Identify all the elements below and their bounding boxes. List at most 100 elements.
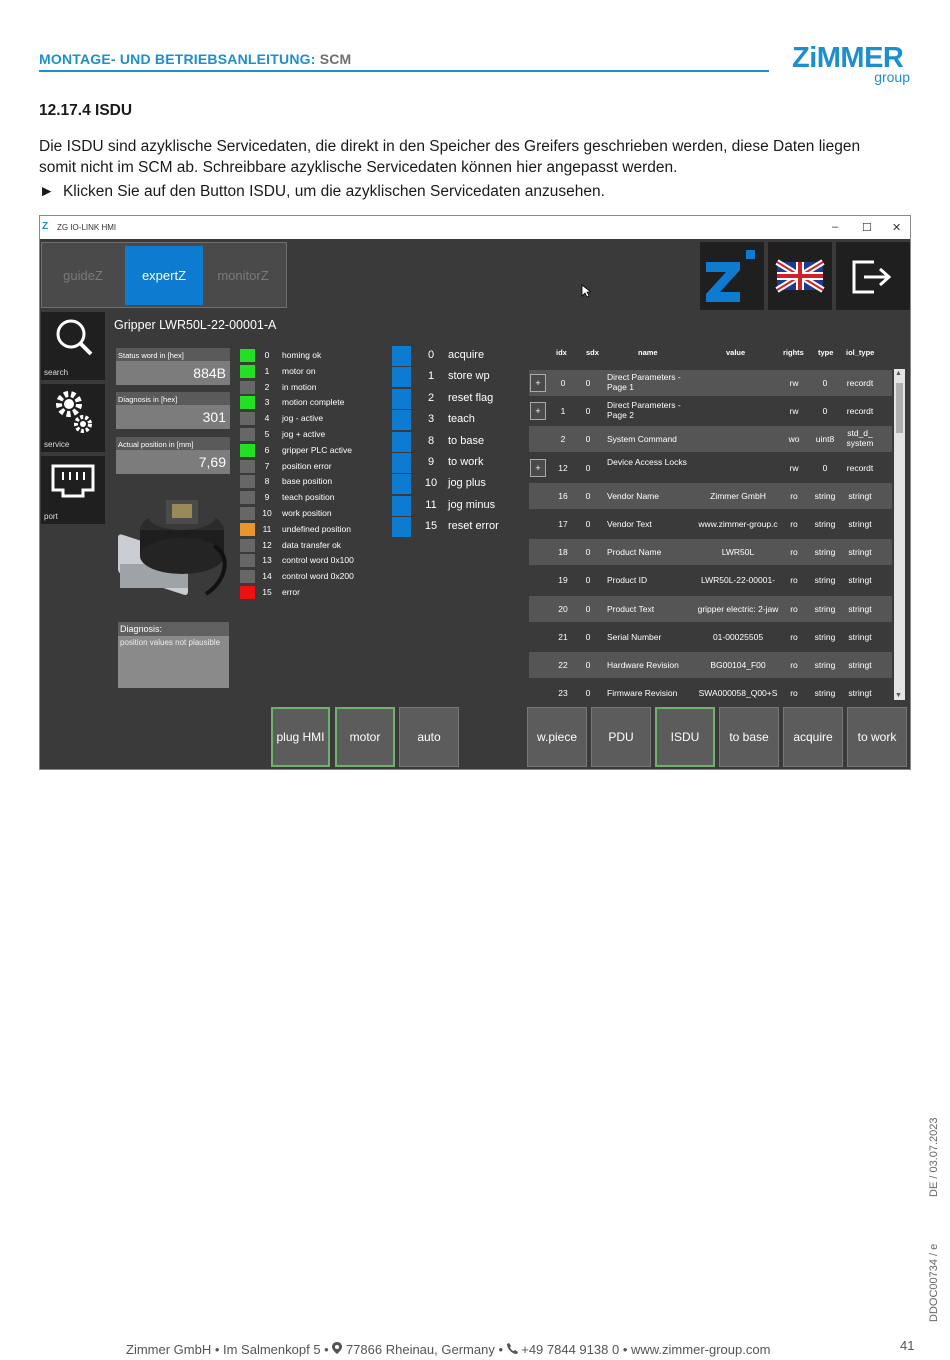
zimmer-home-button[interactable] <box>700 242 764 310</box>
to-work-button[interactable]: to work <box>847 707 907 767</box>
command-trigger-button[interactable] <box>392 346 411 366</box>
status-bit-name: motor on <box>282 365 316 376</box>
expand-row-button[interactable]: + <box>530 458 546 477</box>
isdu-table-row[interactable]: 18 0 Product Name LWR50L ro string stringt <box>529 539 892 566</box>
isdu-idx: 18 <box>558 547 568 558</box>
window-title: ZG IO-LINK HMI <box>57 223 117 232</box>
isdu-button[interactable]: ISDU <box>655 707 715 767</box>
exit-button[interactable] <box>836 242 910 310</box>
maximize-button[interactable]: ☐ <box>862 221 872 234</box>
command-row[interactable]: 11 jog minus <box>392 495 522 516</box>
w-piece-button[interactable]: w.piece <box>527 707 587 767</box>
command-trigger-button[interactable] <box>392 410 411 431</box>
isdu-rights: ro <box>790 603 798 614</box>
isdu-iol-type: stringt <box>848 575 872 586</box>
auto-button[interactable]: auto <box>399 707 459 767</box>
side-service-button[interactable]: service <box>41 384 105 452</box>
isdu-value: gripper electric: 2-jaw <box>697 603 779 614</box>
command-number: 2 <box>427 391 435 404</box>
isdu-header-sdx: sdx <box>586 348 599 357</box>
side-port-button[interactable]: port <box>41 456 105 524</box>
command-trigger-button[interactable] <box>392 388 411 409</box>
isdu-table-row[interactable]: 17 0 Vendor Text www.zimmer-group.c ro string… <box>529 511 892 537</box>
status-bit-name: control word 0x200 <box>282 571 354 582</box>
command-row[interactable]: 0 acquire <box>392 346 522 366</box>
status-bit-name: undefined position <box>282 523 352 534</box>
status-bit-row: 15 error <box>240 585 380 599</box>
language-button[interactable] <box>768 242 832 310</box>
command-row[interactable]: 1 store wp <box>392 367 522 388</box>
side-search-button[interactable]: search <box>41 312 105 380</box>
isdu-sdx: 0 <box>585 406 591 417</box>
pdu-button[interactable]: PDU <box>591 707 651 767</box>
status-bit-number: 12 <box>262 539 272 550</box>
status-bit-number: 11 <box>262 523 272 534</box>
isdu-table-row[interactable]: 20 0 Product Text gripper electric: 2-jaw ro… <box>529 595 892 622</box>
isdu-table-row[interactable]: 21 0 Serial Number 01-00025505 ro string strin… <box>529 624 892 650</box>
isdu-table-row[interactable]: 23 0 Firmware Revision SWA000058_Q00+S ro str… <box>529 680 892 706</box>
gripper-product-image <box>118 500 227 596</box>
status-bit-name: gripper PLC active <box>282 444 352 455</box>
isdu-sdx: 0 <box>585 603 591 614</box>
isdu-type: string <box>814 631 836 642</box>
command-name: jog plus <box>448 477 486 490</box>
isdu-table-row[interactable]: +0 0 Direct Parameters - Page 1 rw 0 recordt <box>529 370 892 396</box>
motor-button[interactable]: motor <box>335 707 395 767</box>
expand-row-button[interactable]: + <box>530 374 546 392</box>
tab-expertz[interactable]: expertZ <box>125 246 203 305</box>
status-bit-number: 13 <box>262 555 272 566</box>
command-trigger-button[interactable] <box>392 517 411 538</box>
isdu-table-row[interactable]: 2 0 System Command wo uint8 std_d_ system <box>529 426 892 453</box>
intro-paragraph: Die ISDU sind azyklische Servicedaten, d… <box>39 138 861 176</box>
scroll-thumb[interactable] <box>896 383 903 433</box>
command-row[interactable]: 3 teach <box>392 410 522 431</box>
command-trigger-button[interactable] <box>392 474 411 495</box>
isdu-sdx: 0 <box>585 378 591 388</box>
tab-monitorz[interactable]: monitorZ <box>204 246 282 305</box>
command-row[interactable]: 2 reset flag <box>392 388 522 409</box>
isdu-iol-type: recordt <box>846 462 874 473</box>
command-trigger-button[interactable] <box>392 495 411 516</box>
isdu-table-row[interactable]: +12 0 Device Access Locks rw 0 recordt <box>529 455 892 481</box>
isdu-table-row[interactable]: +1 0 Direct Parameters - Page 2 rw 0 recordt <box>529 398 892 424</box>
isdu-scrollbar[interactable]: ▲ ▼ <box>894 369 905 700</box>
plug-hmi-button[interactable]: plug HMI <box>271 707 330 767</box>
command-row[interactable]: 15 reset error <box>392 517 522 538</box>
command-number: 0 <box>427 349 435 361</box>
acquire-button[interactable]: acquire <box>783 707 843 767</box>
isdu-table-row[interactable]: 16 0 Vendor Name Zimmer GmbH ro string stringt <box>529 482 892 509</box>
isdu-idx: 21 <box>558 631 568 642</box>
isdu-rights: rw <box>789 406 799 417</box>
isdu-rights: wo <box>788 434 800 445</box>
command-trigger-button[interactable] <box>392 431 411 452</box>
status-bit-number: 0 <box>264 350 270 360</box>
command-trigger-button[interactable] <box>392 367 411 388</box>
command-row[interactable]: 9 to work <box>392 453 522 473</box>
isdu-table-row[interactable]: 22 0 Hardware Revision BG00104_F00 ro string s… <box>529 652 892 678</box>
isdu-rights: ro <box>790 490 798 501</box>
scroll-down-icon[interactable]: ▼ <box>895 692 902 699</box>
isdu-table-row[interactable]: 19 0 Product ID LWR50L-22-00001- ro string str… <box>529 567 892 593</box>
isdu-type: string <box>814 490 836 501</box>
isdu-iol-type: recordt <box>846 378 874 388</box>
command-row[interactable]: 10 jog plus <box>392 474 522 495</box>
status-bit-row: 8 base position <box>240 474 380 489</box>
tab-guidez[interactable]: guideZ <box>44 246 122 305</box>
location-pin-icon <box>332 1342 343 1354</box>
status-led-icon <box>240 554 255 568</box>
status-bit-row: 1 motor on <box>240 364 380 378</box>
footer-website-link[interactable]: www.zimmer-group.com <box>631 1342 770 1357</box>
command-row[interactable]: 8 to base <box>392 431 522 452</box>
isdu-name: Hardware Revision <box>607 660 679 670</box>
scroll-up-icon[interactable]: ▲ <box>895 370 902 377</box>
close-button[interactable]: ✕ <box>892 221 901 234</box>
command-trigger-button[interactable] <box>392 453 411 473</box>
isdu-idx: 1 <box>560 406 566 417</box>
status-bit-name: position error <box>282 460 332 471</box>
to-base-button[interactable]: to base <box>719 707 779 767</box>
status-bit-name: base position <box>282 476 333 487</box>
expand-row-button[interactable]: + <box>530 402 546 421</box>
status-bit-number: 8 <box>264 476 270 487</box>
minimize-button[interactable]: – <box>832 221 838 233</box>
isdu-type: 0 <box>822 378 828 388</box>
